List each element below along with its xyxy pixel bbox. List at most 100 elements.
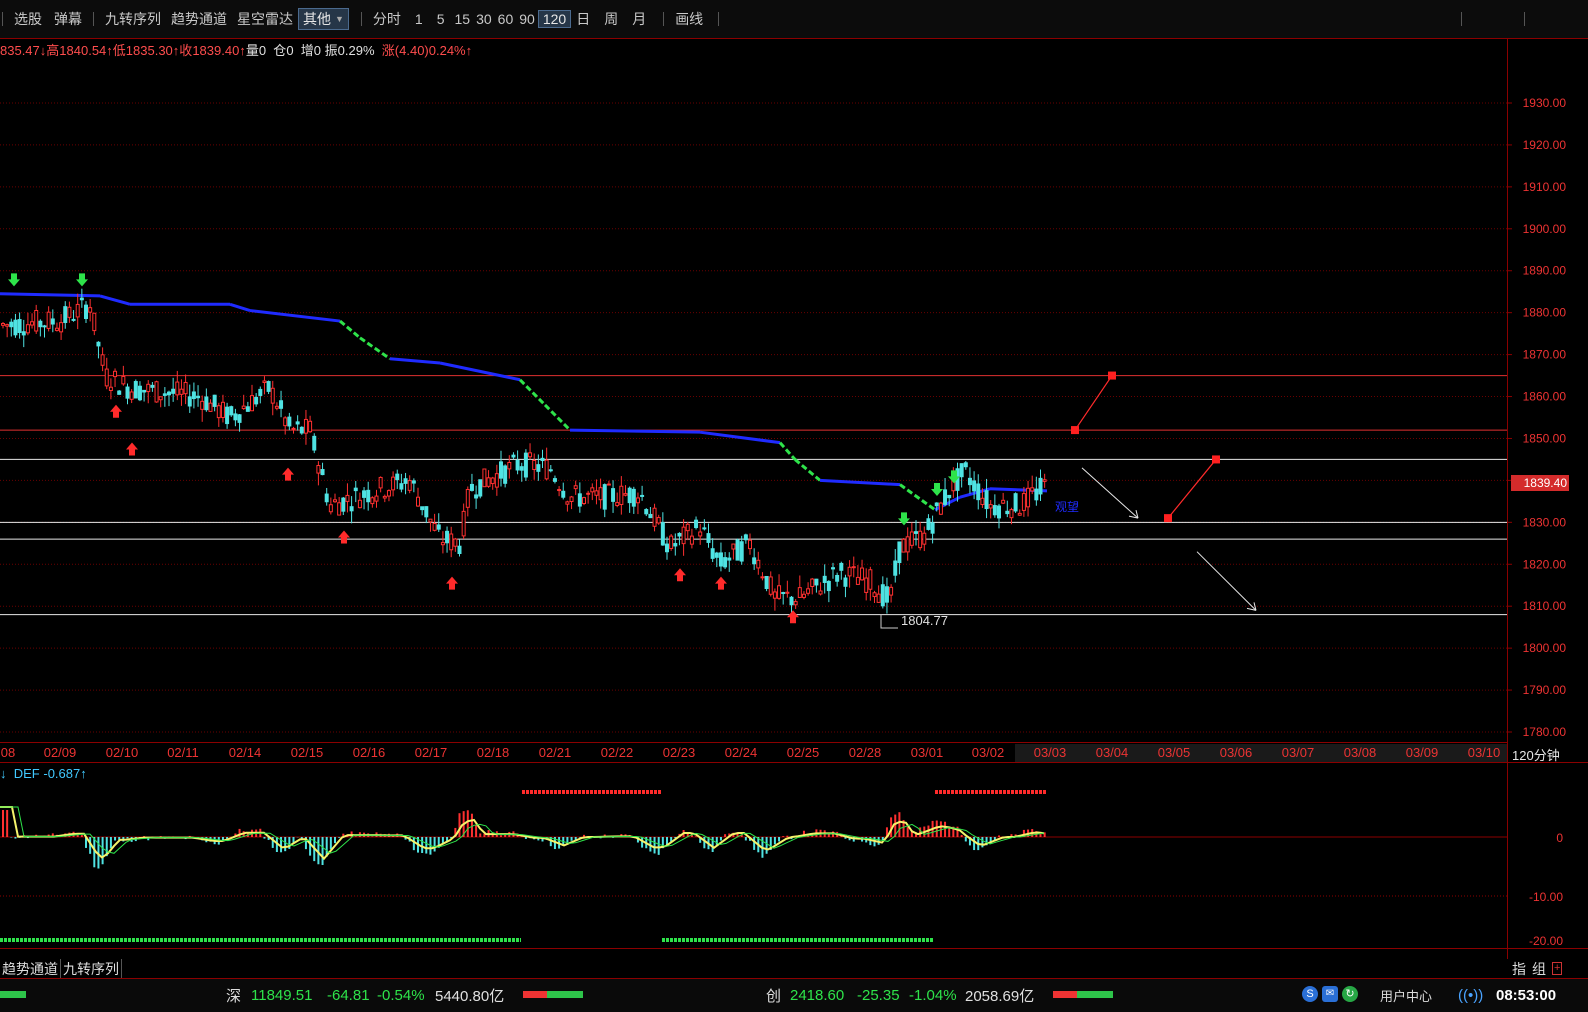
date-tick-label: 03/08 [1344,745,1377,760]
candle-body [519,466,524,471]
candle-body [474,494,479,499]
clock-time: 08:53:00 [1496,987,1557,1004]
candle-body [918,530,923,549]
candle-body [660,522,665,546]
forecast-up-line [1167,459,1217,519]
price-tick-label: 1920.00 [1523,138,1567,152]
refresh-icon[interactable]: ↻ [1342,986,1358,1002]
tab-indicator[interactable]: 指 [1512,959,1526,979]
candle-body [291,427,296,430]
tab-nine-turn[interactable]: 九转序列 [61,959,122,978]
sz-index-label: 深 [226,988,242,1005]
candle-body [432,522,437,531]
candle-body [864,577,869,593]
candle-body [797,587,802,598]
price-tick-label: 1890.00 [1523,264,1567,278]
candle-body [424,506,429,518]
candle-body [764,575,769,589]
candlestick-chart[interactable]: 1930.00 1920.00 1910.00 1900.00 1890.00 1880.… [0,0,1588,978]
sell-signal-icon [76,273,88,287]
tab-group[interactable]: 组 [1532,959,1546,979]
candle-body [63,306,68,324]
candle-body [403,478,408,484]
chat-icon[interactable]: ✉ [1322,986,1338,1002]
candle-body [187,396,192,407]
candle-body [756,559,761,569]
candle-body [167,391,171,396]
candle-body [810,578,815,587]
trend-channel-line [819,478,901,487]
candle-body [602,484,607,510]
candle-body [220,401,225,418]
candle-body [88,307,93,313]
candle-body [893,560,898,576]
s-icon[interactable]: S [1302,986,1318,1002]
candle-body [133,381,138,399]
add-icon[interactable]: + [1552,962,1563,975]
low-price-label: 1804.77 [901,613,948,628]
candle-body [457,545,462,554]
candle-body [1021,493,1026,511]
candle-body [515,459,520,471]
candle-body [200,400,205,410]
trend-channel-line [99,294,131,306]
candle-body [465,488,470,508]
candle-body [283,417,288,427]
candle-body [905,536,910,553]
buy-signal-icon [110,404,122,418]
indicator-axis-label: -20.00 [1529,934,1563,948]
candle-body [511,454,516,458]
candle-body [142,389,147,393]
candle-body [204,396,209,411]
candle-body [855,576,860,585]
candle-body [594,490,599,496]
candle-body [635,497,640,504]
candle-body [826,580,831,592]
candle-body [1017,512,1022,516]
candle-body [689,535,694,545]
price-tick-label: 1870.00 [1523,348,1567,362]
date-tick-label: 03/01 [911,745,944,760]
candle-body [30,321,35,326]
date-tick-label: 02/28 [849,745,882,760]
candle-body [851,566,856,569]
price-tick-label: 1820.00 [1523,557,1567,571]
period-label: 120分钟 [1512,748,1560,763]
candle-body [158,396,163,401]
candle-body [673,543,678,547]
def-name: DEF [13,766,40,781]
candle-body [988,504,993,509]
candle-body [909,531,914,546]
tab-trend-channel[interactable]: 趋势通道 [0,959,61,978]
candle-body [503,465,508,484]
candle-body [237,414,242,423]
forecast-point [1164,514,1172,523]
user-center-link[interactable]: 用户中心 [1380,986,1432,1005]
trend-channel-line [249,309,341,323]
candle-body [1009,509,1014,519]
buy-signal-icon [282,467,294,481]
date-tick-label: 02/11 [167,745,199,760]
candle-body [146,383,151,393]
candle-body [436,524,441,530]
date-tick-label: 02/23 [663,745,696,760]
candle-body [943,489,948,505]
candle-body [992,505,997,516]
candle-body [216,405,221,419]
candle-body [75,303,80,318]
candle-body [868,569,873,590]
price-tick-label: 1910.00 [1523,180,1567,194]
date-tick-label: 02/16 [353,745,386,760]
date-tick-label: 02/09 [44,745,77,760]
trend-channel-line [389,357,441,365]
candle-body [980,497,985,506]
trend-channel-line [518,378,547,406]
cy-ratio-bar [1053,991,1113,998]
cy-index-pct: -1.04% [909,987,957,1004]
trend-channel-line [339,319,361,339]
candle-body [640,494,645,497]
candle-body [266,381,271,392]
candle-body [752,557,757,565]
candle-body [461,510,466,537]
candle-body [706,533,711,543]
